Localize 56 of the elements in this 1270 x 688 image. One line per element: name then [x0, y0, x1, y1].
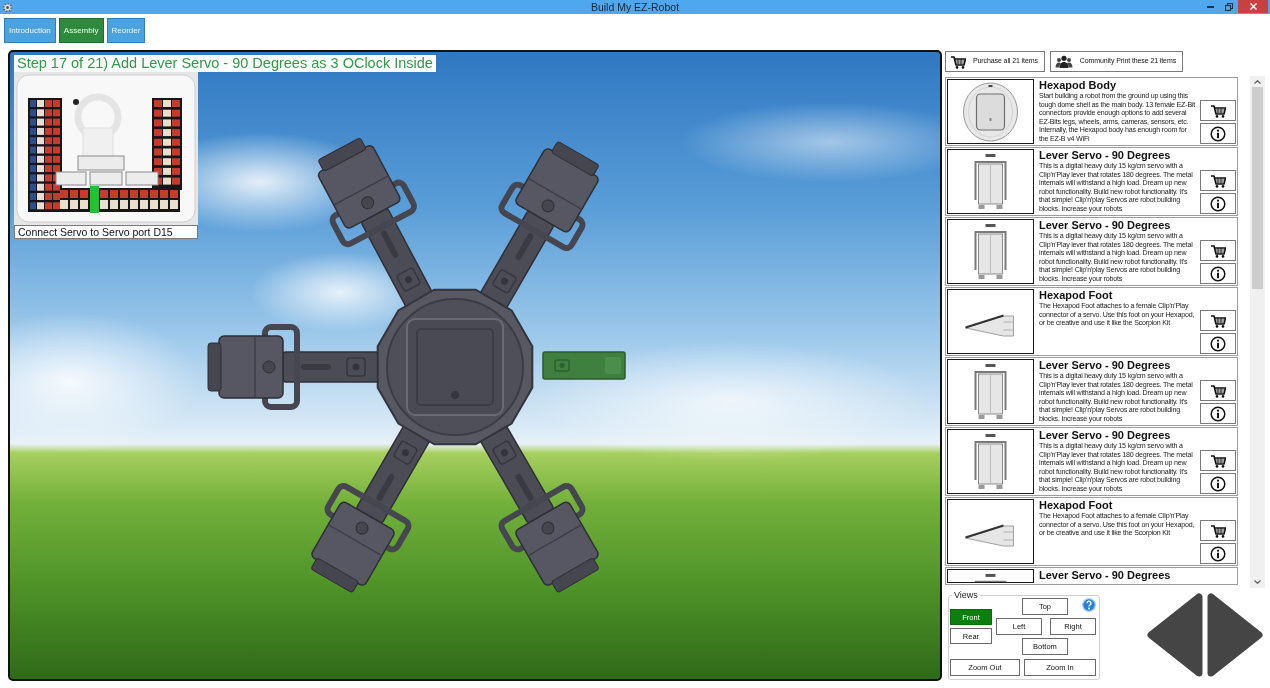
previous-step-button[interactable]: [1147, 593, 1203, 677]
minimize-icon: [1206, 5, 1214, 8]
part-title: Hexapod Foot: [1039, 289, 1114, 302]
add-to-cart-button[interactable]: [1200, 100, 1236, 121]
cart-icon: [1210, 453, 1226, 468]
part-title: Lever Servo - 90 Degrees: [1039, 359, 1172, 372]
info-button[interactable]: [1200, 543, 1236, 564]
part-title: Lever Servo - 90 Degrees: [1039, 569, 1172, 582]
window-title: Build My EZ-Robot: [590, 0, 680, 14]
part-title: Lever Servo - 90 Degrees: [1039, 429, 1172, 442]
info-button[interactable]: [1200, 263, 1236, 284]
people-icon: [1054, 54, 1073, 69]
part-title: Lever Servo - 90 Degrees: [1039, 219, 1172, 232]
info-button[interactable]: [1200, 123, 1236, 144]
add-to-cart-button[interactable]: [1200, 240, 1236, 261]
add-to-cart-button[interactable]: [1200, 520, 1236, 541]
close-icon: [1249, 3, 1257, 10]
cart-icon: [950, 54, 966, 69]
cart-icon: [1210, 523, 1226, 538]
add-to-cart-button[interactable]: [1200, 380, 1236, 401]
add-to-cart-button[interactable]: [1200, 170, 1236, 191]
help-icon[interactable]: [1082, 598, 1096, 612]
info-icon: [1210, 405, 1226, 422]
step-title: Step 17 of 21) Add Lever Servo - 90 Degrees as 3 OClock Inside: [14, 55, 436, 72]
info-icon: [1210, 195, 1226, 212]
info-icon: [1210, 335, 1226, 352]
gear-icon: [2, 1, 13, 13]
info-button[interactable]: [1200, 333, 1236, 354]
close-button[interactable]: [1238, 0, 1268, 13]
list-scrollbar[interactable]: [1250, 76, 1265, 588]
info-icon: [1210, 475, 1226, 492]
info-icon: [1210, 125, 1226, 142]
scroll-down-icon: [1254, 580, 1261, 584]
scroll-up-icon: [1254, 80, 1261, 84]
cart-icon: [1210, 383, 1226, 398]
next-step-button[interactable]: [1207, 593, 1263, 677]
port-caption: Connect Servo to Servo port D15: [14, 225, 198, 239]
tab[interactable]: Assembly: [58, 18, 104, 43]
part-title: Hexapod Foot: [1039, 499, 1114, 512]
cart-icon: [1210, 313, 1226, 328]
cart-icon: [1210, 243, 1226, 258]
right-arrow-icon: [1207, 593, 1263, 677]
info-icon: [1210, 265, 1226, 282]
left-arrow-icon: [1147, 593, 1203, 677]
info-button[interactable]: [1200, 403, 1236, 424]
info-button[interactable]: [1200, 193, 1236, 214]
add-to-cart-button[interactable]: [1200, 310, 1236, 331]
part-title: Lever Servo - 90 Degrees: [1039, 149, 1172, 162]
cart-icon: [1210, 103, 1226, 118]
info-icon: [1210, 545, 1226, 562]
info-button[interactable]: [1200, 473, 1236, 494]
views-label: Views: [952, 590, 980, 600]
part-title: Hexapod Body: [1039, 79, 1117, 92]
add-to-cart-button[interactable]: [1200, 450, 1236, 471]
scrollbar-thumb[interactable]: [1252, 87, 1263, 289]
cart-icon: [1210, 173, 1226, 188]
